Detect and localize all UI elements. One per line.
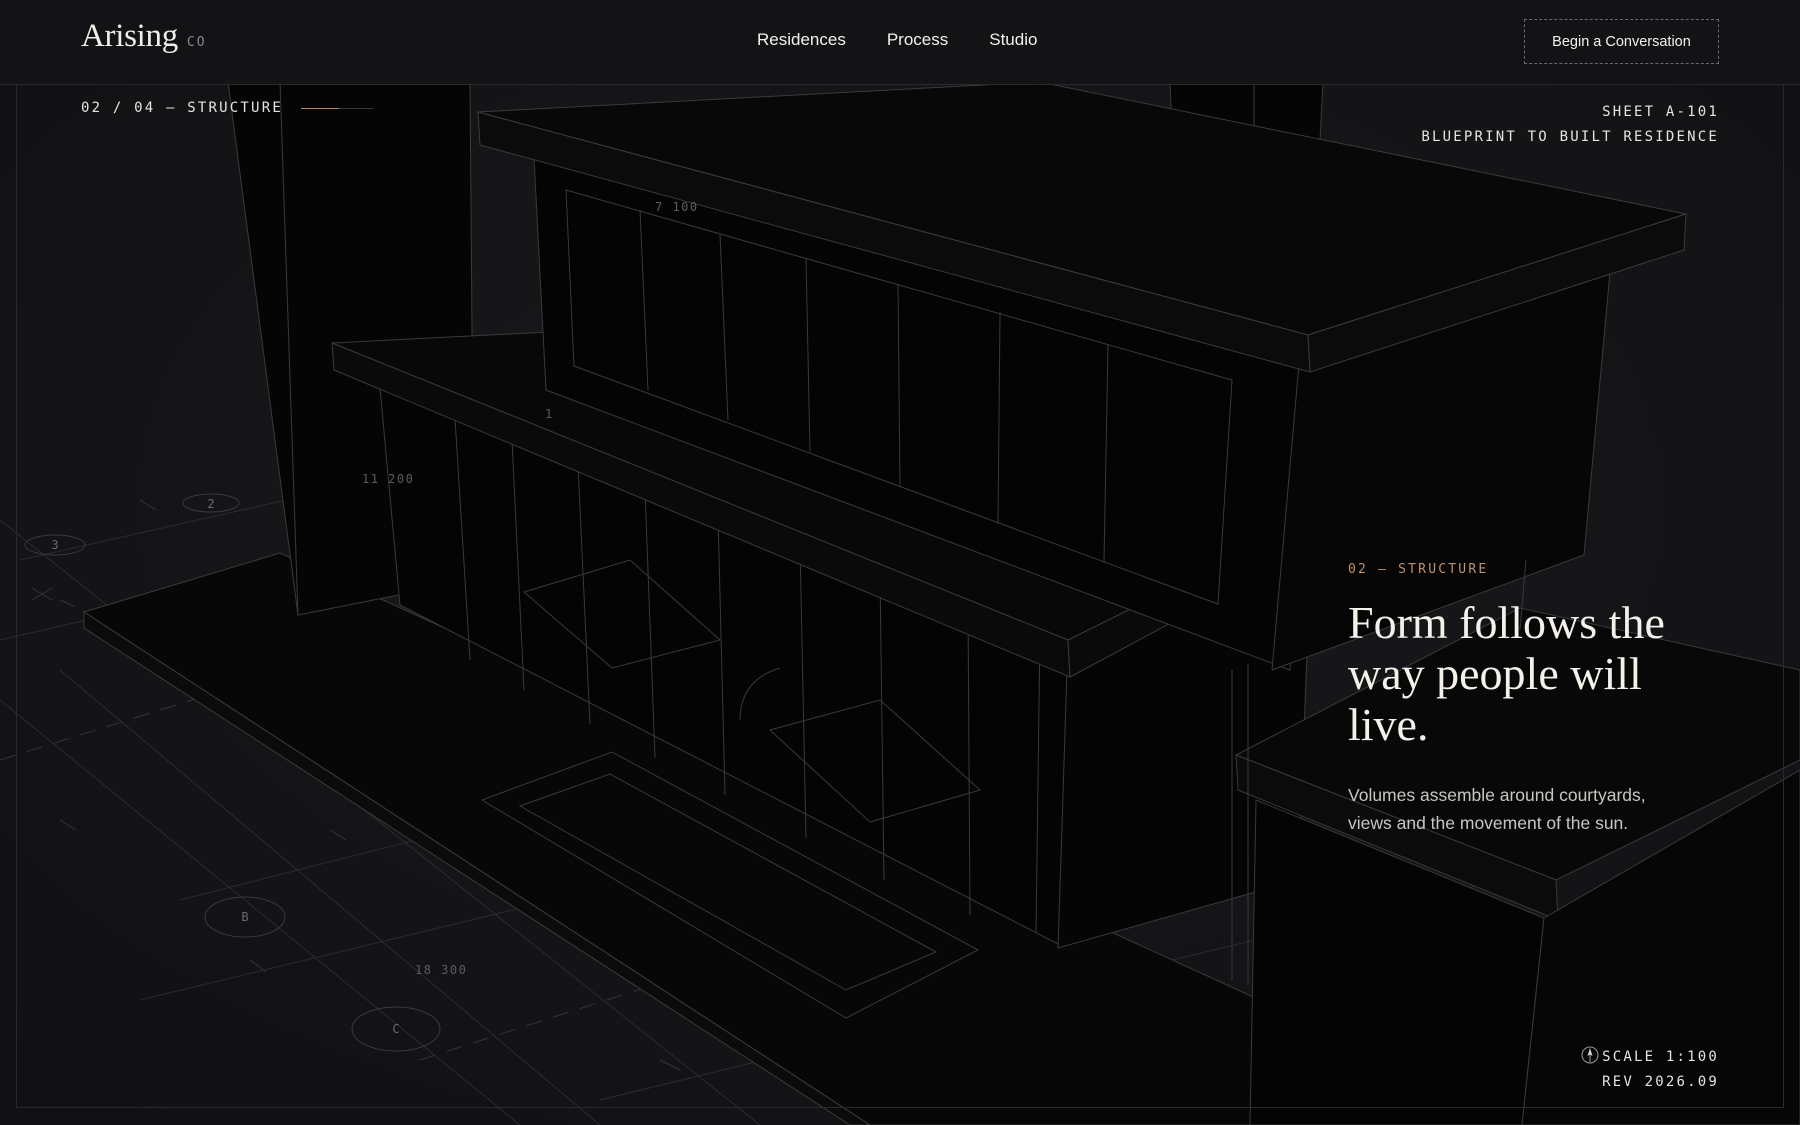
sheet-id: SHEET A-101 <box>1602 104 1719 120</box>
callout-headline: Form follows the way people will live. <box>1348 597 1728 750</box>
headline-line-1: Form follows the <box>1348 597 1665 648</box>
grid-marker-3: 3 <box>51 538 58 552</box>
dimension-18300: 18 300 <box>415 963 467 977</box>
sheet-info: SHEET A-101 BLUEPRINT TO BUILT RESIDENCE <box>1421 100 1719 150</box>
breadcrumb-progress-line <box>300 107 373 109</box>
headline-line-2: way people will live. <box>1348 648 1642 750</box>
dimension-11200: 11 200 <box>362 472 414 486</box>
dimension-7100: 7 100 <box>655 200 699 214</box>
section-breadcrumb: 02 / 04 — STRUCTURE <box>81 100 373 116</box>
nav-residences[interactable]: Residences <box>757 30 846 50</box>
breadcrumb-text: 02 / 04 — STRUCTURE <box>81 100 283 116</box>
callout-eyebrow: 02 — STRUCTURE <box>1348 562 1489 577</box>
drawing-meta: SCALE 1:100 REV 2026.09 <box>1602 1045 1719 1095</box>
brand-suffix: CO <box>186 35 207 50</box>
brand-name: Arising <box>81 18 178 54</box>
grid-marker-b: B <box>241 910 248 924</box>
grid-marker-2: 2 <box>207 497 214 511</box>
brand-logo[interactable]: Arising CO <box>81 18 207 55</box>
nav-process[interactable]: Process <box>887 30 948 50</box>
sheet-title: BLUEPRINT TO BUILT RESIDENCE <box>1421 129 1719 145</box>
begin-conversation-button[interactable]: Begin a Conversation <box>1524 19 1719 64</box>
scale-label: SCALE 1:100 <box>1602 1049 1719 1065</box>
structure-callout: 02 — STRUCTURE Form follows the way peop… <box>1348 562 1728 854</box>
grid-marker-c: C <box>392 1022 399 1036</box>
nav-studio[interactable]: Studio <box>989 30 1037 50</box>
main-nav: Residences Process Studio <box>757 30 1037 50</box>
level-label: 1 <box>545 407 554 421</box>
callout-body: Volumes assemble around courtyards, view… <box>1348 784 1646 833</box>
revision-label: REV 2026.09 <box>1602 1074 1719 1090</box>
site-header: Arising CO Residences Process Studio Beg… <box>0 0 1800 85</box>
north-arrow-icon <box>1581 1046 1599 1064</box>
